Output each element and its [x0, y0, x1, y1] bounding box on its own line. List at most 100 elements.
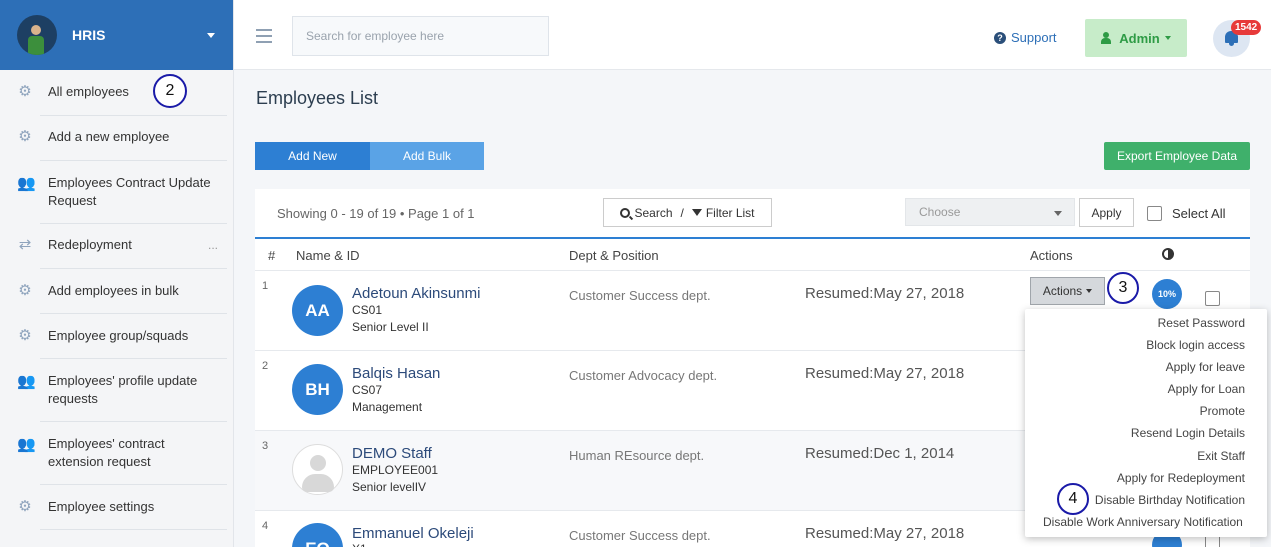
more-indicator: ...	[207, 238, 218, 252]
annotation-marker: 3	[1107, 272, 1139, 304]
employee-name[interactable]: DEMO Staff	[352, 445, 432, 462]
app-name: HRIS	[72, 27, 106, 43]
sidebar-item-label: Add employees in bulk	[48, 283, 179, 298]
sidebar-item-add-employee[interactable]: ⚙ Add a new employee	[0, 127, 234, 147]
apply-button[interactable]: Apply	[1079, 198, 1134, 227]
employee-id: CS01	[352, 303, 383, 317]
users-icon: 👥	[17, 373, 36, 390]
column-header-num: #	[268, 248, 276, 263]
employee-level: Management	[352, 400, 423, 414]
sidebar-item-contract-update[interactable]: 👥 Employees Contract Update Request	[0, 174, 234, 210]
support-label: Support	[1011, 30, 1057, 45]
avatar-placeholder-image	[292, 444, 343, 495]
employee-name[interactable]: Balqis Hasan	[352, 365, 440, 382]
table-header-divider	[255, 237, 1250, 239]
caret-down-icon	[1164, 36, 1171, 40]
sidebar-item-label: Add a new employee	[48, 129, 170, 144]
select-placeholder: Choose	[919, 205, 961, 219]
column-header-actions: Actions	[1030, 248, 1073, 263]
menu-item-disable-anniversary[interactable]: Disable Work Anniversary Notification	[1043, 515, 1243, 529]
bulk-action-select[interactable]: Choose	[905, 198, 1075, 226]
contrast-icon	[1162, 248, 1174, 260]
admin-dropdown-button[interactable]: Admin	[1085, 19, 1187, 57]
divider	[40, 421, 227, 422]
employee-dept: Customer Success dept.	[569, 288, 711, 303]
row-checkbox[interactable]	[1205, 291, 1220, 306]
menu-item-apply-redeployment[interactable]: Apply for Redeployment	[1117, 471, 1245, 485]
gear-icon: ⚙	[18, 498, 32, 515]
sidebar-item-label: Employee group/squads	[48, 328, 189, 343]
divider	[40, 223, 227, 224]
row-number: 4	[262, 520, 269, 532]
employee-dept: Human REsource dept.	[569, 448, 705, 463]
sidebar-item-profile-update[interactable]: 👥 Employees' profile update requests	[0, 372, 234, 408]
employee-search-input[interactable]	[292, 16, 549, 56]
search-label: Search	[634, 205, 673, 220]
separator-slash: /	[680, 205, 684, 220]
sidebar-item-add-bulk[interactable]: ⚙ Add employees in bulk	[0, 281, 234, 301]
profile-completion-badge: 10%	[1152, 279, 1182, 309]
actions-button[interactable]: Actions	[1030, 277, 1105, 305]
users-icon: 👥	[17, 175, 36, 192]
annotation-marker: 4	[1057, 483, 1089, 515]
row-number: 3	[262, 440, 269, 452]
resumed-date: Resumed:May 27, 2018	[805, 285, 965, 302]
menu-item-reset-password[interactable]: Reset Password	[1158, 316, 1245, 330]
sidebar-item-settings[interactable]: ⚙ Employee settings	[0, 497, 234, 517]
users-icon: 👥	[17, 436, 36, 453]
search-filter-button[interactable]: Search / Filter List	[603, 198, 772, 227]
row-number: 2	[262, 360, 269, 372]
menu-item-exit-staff[interactable]: Exit Staff	[1197, 449, 1245, 463]
menu-item-block-login[interactable]: Block login access	[1146, 338, 1245, 352]
divider	[40, 529, 227, 530]
add-bulk-button[interactable]: Add Bulk	[370, 142, 484, 170]
avatar: AA	[292, 285, 343, 336]
notification-count-badge: 1542	[1231, 20, 1262, 35]
app-brand[interactable]: HRIS	[0, 0, 233, 70]
menu-item-promote[interactable]: Promote	[1200, 404, 1245, 418]
divider	[40, 358, 227, 359]
pagination-summary: Showing 0 - 19 of 19 • Page 1 of 1	[277, 206, 475, 221]
sidebar-item-contract-extension[interactable]: 👥 Employees' contract extension request	[0, 435, 234, 471]
app-logo	[17, 15, 57, 55]
exchange-icon: ⇄	[18, 236, 32, 253]
divider	[40, 313, 227, 314]
employee-name[interactable]: Adetoun Akinsunmi	[352, 285, 480, 302]
employee-dept: Customer Advocacy dept.	[569, 368, 718, 383]
row-number: 1	[262, 280, 269, 292]
chevron-down-icon	[207, 33, 215, 38]
employee-level: Senior Level II	[352, 320, 429, 334]
sidebar-item-all-employees[interactable]: ⚙ All employees	[0, 82, 234, 102]
employee-dept: Customer Success dept.	[569, 528, 711, 543]
add-new-button[interactable]: Add New	[255, 142, 370, 170]
menu-item-apply-loan[interactable]: Apply for Loan	[1168, 382, 1245, 396]
sidebar-item-label: Employees' profile update requests	[48, 373, 198, 406]
support-link[interactable]: ? Support	[994, 30, 1057, 45]
sidebar-item-groups[interactable]: ⚙ Employee group/squads	[0, 326, 234, 346]
employee-name[interactable]: Emmanuel Okeleji	[352, 525, 474, 542]
gear-icon: ⚙	[18, 327, 32, 344]
page-title: Employees List	[256, 88, 379, 108]
actions-label: Actions	[1042, 284, 1083, 298]
employee-id: EMPLOYEE001	[352, 463, 439, 477]
sidebar-item-label: Employees Contract Update Request	[48, 175, 211, 208]
caret-down-icon	[1086, 289, 1093, 293]
select-all-checkbox[interactable]	[1147, 206, 1162, 221]
divider	[40, 268, 227, 269]
sidebar-item-redeployment[interactable]: ⇄ Redeployment ...	[0, 235, 234, 255]
export-employee-data-button[interactable]: Export Employee Data	[1104, 142, 1250, 170]
sidebar-item-label: All employees	[48, 84, 129, 99]
menu-icon[interactable]	[256, 29, 272, 47]
gear-icon: ⚙	[18, 83, 32, 100]
employee-id: X1	[352, 542, 367, 547]
sidebar-item-label: Employees' contract extension request	[48, 436, 165, 469]
menu-item-apply-leave[interactable]: Apply for leave	[1166, 360, 1245, 374]
sidebar-item-label: Employee settings	[48, 499, 155, 514]
column-header-dept: Dept & Position	[569, 248, 659, 263]
divider	[40, 160, 227, 161]
admin-label: Admin	[1119, 30, 1160, 46]
menu-item-disable-birthday[interactable]: Disable Birthday Notification	[1095, 493, 1245, 507]
resumed-date: Resumed:May 27, 2018	[805, 525, 965, 542]
sidebar-item-label: Redeployment	[48, 237, 132, 252]
menu-item-resend-login[interactable]: Resend Login Details	[1131, 426, 1245, 440]
